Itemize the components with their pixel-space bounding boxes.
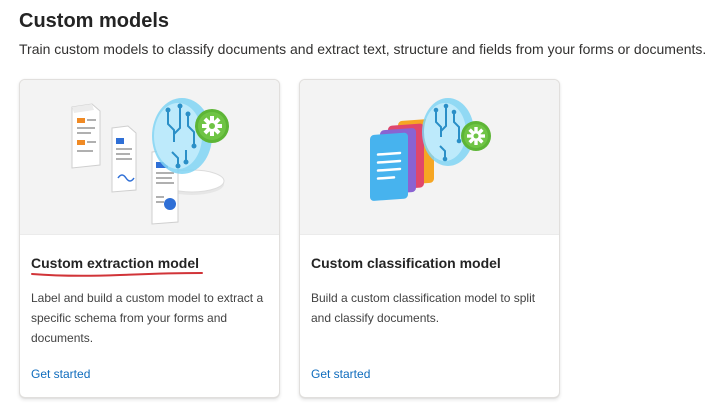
card-illustration [20,80,279,235]
classification-illustration [370,98,491,201]
annotation-underline [31,272,203,277]
gear-icon [461,121,491,151]
card-title[interactable]: Custom classification model [311,255,501,271]
extraction-illustration [71,98,229,225]
custom-classification-model-card[interactable]: Custom classification model Build a cust… [299,79,560,398]
get-started-link[interactable]: Get started [311,367,370,381]
document-icon [71,103,101,169]
custom-extraction-model-card[interactable]: Custom extraction model Label and build … [19,79,280,398]
page-title: Custom models [19,10,170,32]
card-title[interactable]: Custom extraction model [31,255,199,271]
gear-icon [195,109,229,143]
document-icon [111,125,137,193]
card-description: Label and build a custom model to extrac… [31,291,264,345]
card-description: Build a custom classification model to s… [311,291,536,325]
get-started-link[interactable]: Get started [31,367,90,381]
page-subtitle: Train custom models to classify document… [19,41,707,57]
card-illustration [300,80,559,235]
